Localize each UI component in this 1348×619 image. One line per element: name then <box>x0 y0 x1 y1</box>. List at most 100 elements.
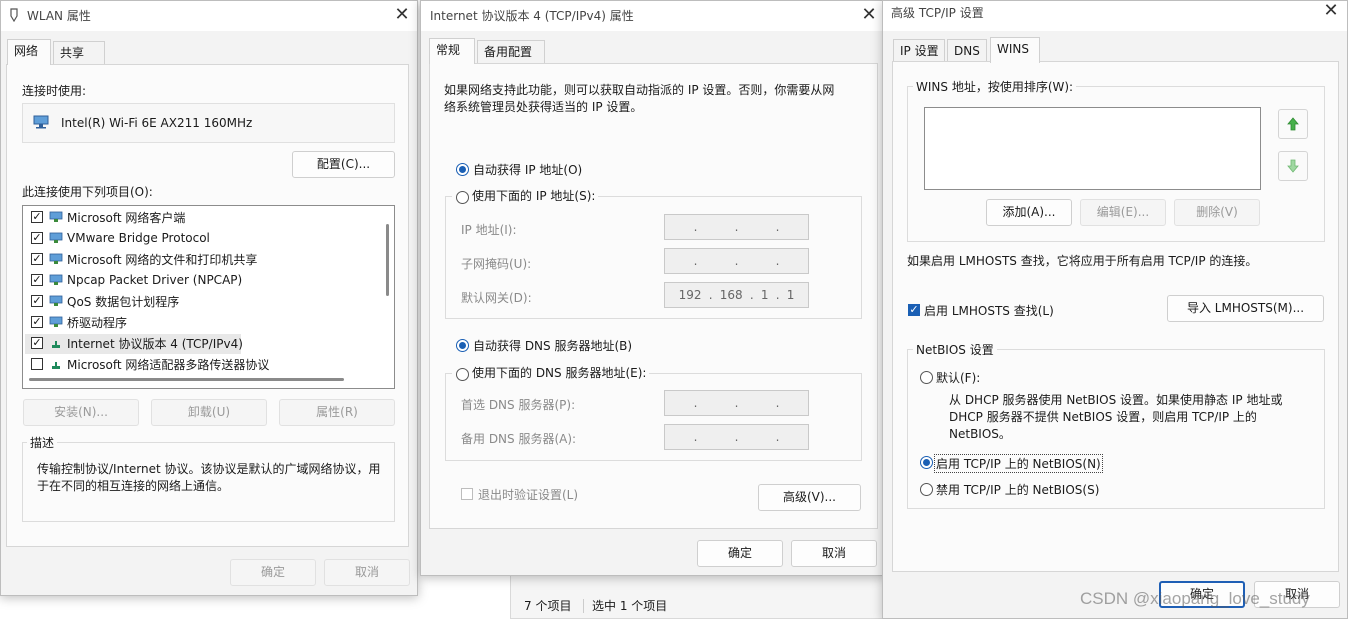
network-client-icon <box>49 295 63 307</box>
auto-ip-label[interactable]: 自动获得 IP 地址(O) <box>473 161 582 178</box>
manual-dns-radio[interactable] <box>456 368 469 381</box>
wlan-ok-button[interactable]: 确定 <box>230 559 316 586</box>
component-checkbox[interactable]: ✓ <box>31 274 43 286</box>
component-list-item[interactable]: ✓ QoS 数据包计划程序 <box>31 291 376 311</box>
status-divider <box>583 599 584 613</box>
ipv4-ok-button[interactable]: 确定 <box>697 540 783 567</box>
tab-alternate-config[interactable]: 备用配置 <box>477 40 545 64</box>
preferred-dns-field[interactable]: ... <box>664 390 809 416</box>
ip-address-field[interactable]: ... <box>664 214 809 240</box>
ipv4-tabstrip: 常规 备用配置 <box>429 38 869 64</box>
ipv4-cancel-button[interactable]: 取消 <box>791 540 877 567</box>
advanced-button[interactable]: 高级(V)... <box>758 484 861 511</box>
netbios-label: NetBIOS 设置 <box>913 341 997 358</box>
adapter-name: Intel(R) Wi-Fi 6E AX211 160MHz <box>61 116 253 130</box>
adapter-box: Intel(R) Wi-Fi 6E AX211 160MHz <box>22 103 395 143</box>
netbios-enable-label[interactable]: 启用 TCP/IP 上的 NetBIOS(N) <box>934 454 1103 473</box>
import-lmhosts-button[interactable]: 导入 LMHOSTS(M)... <box>1167 295 1324 322</box>
tab-sharing[interactable]: 共享 <box>53 41 105 65</box>
description-label: 描述 <box>27 434 58 451</box>
component-list-item[interactable]: ✓ 桥驱动程序 <box>31 312 376 332</box>
close-icon[interactable]: ✕ <box>391 4 413 26</box>
component-list-item[interactable]: ✓ Microsoft 网络的文件和打印机共享 <box>31 249 376 269</box>
manual-ip-label[interactable]: 使用下面的 IP 地址(S): <box>472 189 595 203</box>
netbios-enable-radio[interactable] <box>920 456 933 469</box>
lmhosts-checkbox[interactable]: ✓ <box>908 304 920 316</box>
intro-line-1: 如果网络支持此功能，则可以获取自动指派的 IP 设置。否则，你需要从网 <box>444 83 835 97</box>
description-group: 描述 传输控制协议/Internet 协议。该协议是默认的广域网络协议，用 于在… <box>22 434 395 522</box>
component-checkbox[interactable]: ✓ <box>31 295 43 307</box>
manual-ip-radio[interactable] <box>456 191 469 204</box>
wins-panel: WINS 地址，按使用排序(W): 添加(A)... 编辑(E)... 删除(V… <box>892 61 1339 572</box>
component-checkbox[interactable]: ✓ <box>31 253 43 265</box>
items-count: 7 个项目 <box>524 599 572 613</box>
list-horizontal-scrollbar[interactable] <box>29 378 344 381</box>
subnet-label: 子网掩码(U): <box>461 257 532 271</box>
close-icon[interactable]: ✕ <box>858 4 880 26</box>
component-list-item[interactable]: ✓ Internet 协议版本 4 (TCP/IPv4) <box>31 333 376 353</box>
move-up-button[interactable] <box>1278 109 1308 139</box>
alternate-dns-field[interactable]: ... <box>664 424 809 450</box>
wins-address-list[interactable] <box>924 107 1261 190</box>
component-checkbox[interactable]: ✓ <box>31 232 43 244</box>
component-list-item[interactable]: Microsoft 网络适配器多路传送器协议 <box>31 354 376 374</box>
tab-wins[interactable]: WINS <box>990 37 1040 63</box>
auto-dns-label[interactable]: 自动获得 DNS 服务器地址(B) <box>473 337 632 354</box>
list-vertical-scrollbar[interactable] <box>386 224 389 296</box>
component-checkbox[interactable]: ✓ <box>31 337 43 349</box>
component-label: Microsoft 网络适配器多路传送器协议 <box>67 357 270 372</box>
tab-general[interactable]: 常规 <box>429 38 475 64</box>
netbios-group: NetBIOS 设置 默认(F): 从 DHCP 服务器使用 NetBIOS 设… <box>907 341 1325 509</box>
uninstall-button[interactable]: 卸载(U) <box>151 399 267 426</box>
netbios-disable-label[interactable]: 禁用 TCP/IP 上的 NetBIOS(S) <box>936 481 1099 498</box>
configure-button[interactable]: 配置(C)... <box>292 151 395 178</box>
netbios-disable-radio[interactable] <box>920 483 933 496</box>
close-icon[interactable]: ✕ <box>1320 0 1342 22</box>
selected-count: 选中 1 个项目 <box>592 599 668 613</box>
wlan-cancel-button[interactable]: 取消 <box>324 559 410 586</box>
auto-dns-radio[interactable] <box>456 339 469 352</box>
component-list-item[interactable]: ✓ VMware Bridge Protocol <box>31 228 376 248</box>
component-list[interactable]: ✓ Microsoft 网络客户端 ✓ VMware Bridge Protocol ✓… <box>22 205 395 389</box>
validate-label[interactable]: 退出时验证设置(L) <box>478 486 578 503</box>
install-button[interactable]: 安装(N)... <box>23 399 139 426</box>
component-checkbox[interactable]: ✓ <box>31 211 43 223</box>
network-adapter-icon <box>33 115 49 129</box>
wlan-titlebar: WLAN 属性 ✕ <box>1 1 417 31</box>
wins-delete-button[interactable]: 删除(V) <box>1174 199 1260 226</box>
wins-add-button[interactable]: 添加(A)... <box>986 199 1072 226</box>
gateway-label: 默认网关(D): <box>461 291 532 305</box>
manual-dns-label[interactable]: 使用下面的 DNS 服务器地址(E): <box>472 366 646 380</box>
component-list-item[interactable]: ✓ Npcap Packet Driver (NPCAP) <box>31 270 376 290</box>
netbios-default-radio[interactable] <box>920 371 933 384</box>
manual-dns-caption: 使用下面的 DNS 服务器地址(E): <box>452 364 650 381</box>
netbios-default-desc-2: DHCP 服务器不提供 NetBIOS 设置，则启用 TCP/IP 上的 <box>949 410 1257 424</box>
properties-button[interactable]: 属性(R) <box>279 399 395 426</box>
ipv4-properties-dialog: Internet 协议版本 4 (TCP/IPv4) 属性 ✕ 常规 备用配置 … <box>420 0 885 576</box>
tab-network[interactable]: 网络 <box>7 39 51 65</box>
netbios-default-desc-3: NetBIOS。 <box>949 427 1011 441</box>
component-checkbox[interactable] <box>31 358 43 370</box>
protocol-icon <box>49 337 63 349</box>
component-checkbox[interactable]: ✓ <box>31 316 43 328</box>
component-label: Internet 协议版本 4 (TCP/IPv4) <box>67 336 243 351</box>
tab-dns[interactable]: DNS <box>947 39 987 63</box>
manual-ip-caption: 使用下面的 IP 地址(S): <box>452 187 599 204</box>
ipv4-title: Internet 协议版本 4 (TCP/IPv4) 属性 <box>430 9 634 23</box>
ipv4-titlebar: Internet 协议版本 4 (TCP/IPv4) 属性 ✕ <box>421 1 884 31</box>
wlan-tabstrip: 网络 共享 <box>6 39 416 65</box>
wins-edit-button[interactable]: 编辑(E)... <box>1080 199 1166 226</box>
network-client-icon <box>49 253 63 265</box>
move-down-button[interactable] <box>1278 151 1308 181</box>
component-list-item[interactable]: ✓ Microsoft 网络客户端 <box>31 207 376 227</box>
alternate-dns-label: 备用 DNS 服务器(A): <box>461 432 577 446</box>
subnet-field[interactable]: ... <box>664 248 809 274</box>
gateway-field[interactable]: 192. 168. 1. 1 <box>664 282 809 308</box>
validate-checkbox[interactable] <box>461 488 473 500</box>
tab-ip-settings[interactable]: IP 设置 <box>893 39 945 63</box>
protocol-icon <box>49 358 63 370</box>
netbios-default-label[interactable]: 默认(F): <box>936 369 980 386</box>
ipv4-general-panel: 如果网络支持此功能，则可以获取自动指派的 IP 设置。否则，你需要从网 络系统管… <box>429 63 878 529</box>
auto-ip-radio[interactable] <box>456 163 469 176</box>
lmhosts-label[interactable]: 启用 LMHOSTS 查找(L) <box>924 302 1054 319</box>
